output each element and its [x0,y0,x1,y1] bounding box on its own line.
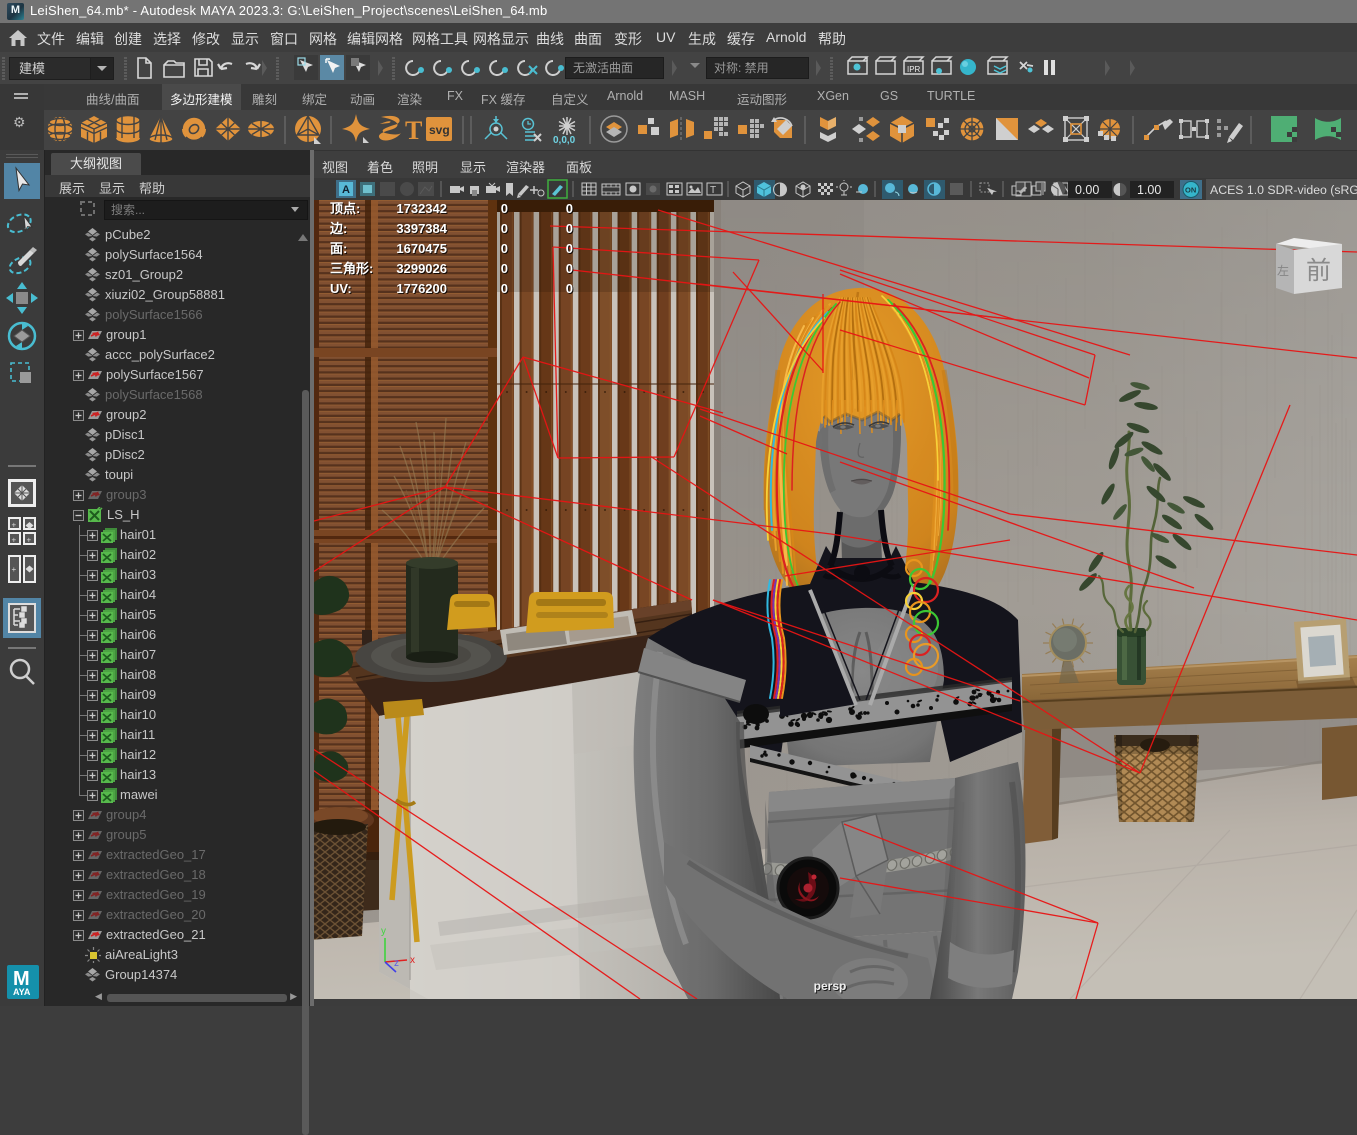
svg-text:persp: persp [814,979,847,993]
svg-text:+: + [12,521,17,530]
svg-text:A: A [342,184,350,196]
svg-text:3299026: 3299026 [396,261,447,276]
svg-text:0: 0 [501,221,508,236]
svg-text:0,0,0: 0,0,0 [553,135,576,146]
svg-text:0: 0 [566,261,573,276]
svg-text:0: 0 [566,281,573,296]
svg-text:T: T [710,185,716,196]
svg-text:0: 0 [501,201,508,216]
svg-text:0: 0 [501,281,508,296]
svg-text:z: z [394,958,399,969]
svg-text:左: 左 [1277,263,1289,278]
svg-text:1670475: 1670475 [396,241,447,256]
svg-text:y: y [381,926,386,937]
svg-text:svg: svg [429,123,450,137]
svg-text:三角形:: 三角形: [330,261,373,276]
svg-text:0: 0 [566,201,573,216]
svg-text:0: 0 [501,241,508,256]
svg-text:+: + [12,565,17,574]
svg-text:T: T [405,116,422,145]
svg-text:1776200: 1776200 [396,281,447,296]
svg-text:+: + [27,536,32,545]
svg-text:顶点:: 顶点: [330,201,360,216]
svg-text:0: 0 [566,221,573,236]
svg-text:UV:: UV: [330,281,352,296]
svg-text:0: 0 [501,261,508,276]
svg-text:x: x [410,955,415,966]
svg-text:+: + [12,536,17,545]
svg-text:3397384: 3397384 [396,221,447,236]
svg-text:0: 0 [566,241,573,256]
svg-text:IPR: IPR [907,65,921,74]
svg-text:边:: 边: [329,221,347,236]
svg-text:1.00: 1.00 [1137,183,1161,197]
svg-text:AYA: AYA [13,987,31,997]
svg-text:0.00: 0.00 [1075,183,1099,197]
svg-text:前: 前 [1306,257,1331,285]
svg-text:面:: 面: [330,241,347,256]
svg-text:ACES 1.0 SDR-video (sRGB): ACES 1.0 SDR-video (sRGB) [1210,183,1357,197]
svg-text:ON: ON [1185,186,1196,195]
svg-text:1732342: 1732342 [396,201,447,216]
